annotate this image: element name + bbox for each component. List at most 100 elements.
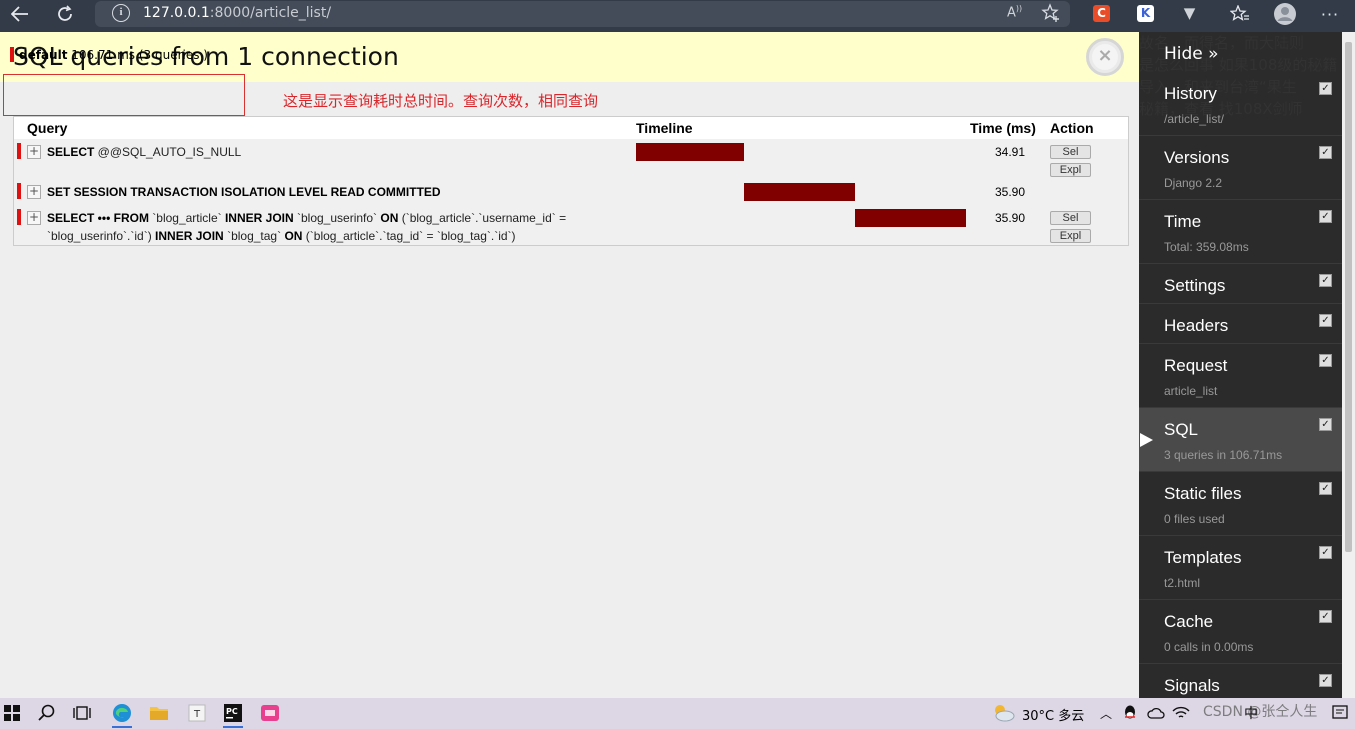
query-color-mark	[17, 209, 21, 225]
address-url[interactable]: 127.0.0.1:8000/article_list/	[143, 5, 331, 21]
toolbar-item-request[interactable]: Request article_list ✓	[1139, 344, 1342, 408]
toolbar-item-title: Headers	[1164, 316, 1229, 335]
watermark-text: CSDN @张仝人生	[1203, 704, 1318, 720]
extension-c-icon[interactable]: C	[1093, 5, 1110, 22]
weather-text[interactable]: 30°C 多云	[1022, 705, 1084, 724]
query-time: 35.90	[994, 185, 1025, 199]
connection-summary: default 106.71 ms (3 queries )	[10, 47, 208, 62]
toolbar-item-checkbox[interactable]: ✓	[1319, 146, 1332, 159]
expand-toggle-icon[interactable]: +	[27, 145, 41, 159]
toolbar-item-subtitle: Total: 359.08ms	[1164, 240, 1249, 254]
toolbar-item-title: Templates	[1164, 548, 1242, 567]
select-button[interactable]: Sel	[1050, 211, 1091, 225]
sql-keyword: INNER JOIN	[224, 211, 294, 225]
explain-button[interactable]: Expl	[1050, 229, 1091, 243]
timeline-bar	[636, 143, 744, 161]
toolbar-item-settings[interactable]: Settings ✓	[1139, 264, 1342, 304]
timeline-bar	[854, 209, 966, 227]
profile-icon[interactable]	[1272, 0, 1298, 28]
query-time: 35.90	[994, 211, 1025, 225]
windows-start-icon[interactable]	[3, 702, 21, 724]
qq-icon[interactable]	[1121, 702, 1139, 724]
back-arrow-icon[interactable]	[8, 0, 32, 28]
cloud-icon[interactable]	[1146, 702, 1166, 724]
connection-color-swatch	[10, 47, 14, 62]
close-button[interactable]: ×	[1086, 38, 1124, 76]
toolbar-item-checkbox[interactable]: ✓	[1319, 314, 1332, 327]
more-icon[interactable]: ···	[1318, 0, 1342, 28]
toolbar-item-subtitle: 0 files used	[1164, 512, 1225, 526]
hide-toolbar-link[interactable]: Hide »	[1164, 44, 1219, 64]
task-view-icon[interactable]	[72, 702, 92, 724]
connection-alias: default	[19, 48, 68, 62]
pycharm-icon[interactable]: PC	[221, 702, 245, 728]
sql-text: `blog_article`	[148, 211, 225, 225]
active-arrow-icon	[1140, 433, 1153, 447]
toolbar-item-title: SQL	[1164, 420, 1199, 439]
toolbar-item-checkbox[interactable]: ✓	[1319, 82, 1332, 95]
toolbar-item-time[interactable]: Time Total: 359.08ms ✓	[1139, 200, 1342, 264]
typora-icon[interactable]: T	[185, 702, 209, 724]
toolbar-item-templates[interactable]: Templates t2.html ✓	[1139, 536, 1342, 600]
sql-text: `blog_userinfo`	[293, 211, 381, 225]
info-icon[interactable]: i	[112, 4, 130, 22]
scrollbar[interactable]	[1342, 32, 1355, 698]
toolbar-item-checkbox[interactable]: ✓	[1319, 610, 1332, 623]
toolbar-item-checkbox[interactable]: ✓	[1319, 546, 1332, 559]
app-pink-icon[interactable]	[258, 702, 282, 724]
wifi-icon[interactable]	[1172, 702, 1190, 724]
toolbar-item-title: Request	[1164, 356, 1228, 375]
toolbar-item-title: Static files	[1164, 484, 1242, 503]
connection-stats: 106.71 ms (3 queries )	[71, 48, 208, 62]
toolbar-item-subtitle: article_list	[1164, 384, 1218, 398]
read-aloud-icon[interactable]: A))	[1007, 4, 1022, 20]
toolbar-item-static-files[interactable]: Static files 0 files used ✓	[1139, 472, 1342, 536]
table-header: Query Timeline Time (ms) Action	[14, 117, 1128, 139]
add-favorite-icon[interactable]	[1041, 3, 1061, 27]
toolbar-item-sql[interactable]: SQL 3 queries in 106.71ms ✓	[1139, 408, 1342, 472]
sql-text: @@SQL_AUTO_IS_NULL	[94, 145, 242, 159]
debug-toolbar: 故名，而得名，而大陆则 是怎么回事 如果108级的秘籍 导入，和来到台湾“果生 秘籍，…	[1139, 32, 1342, 698]
address-bar[interactable]: i 127.0.0.1:8000/article_list/ A))	[95, 1, 1070, 27]
expand-toggle-icon[interactable]: +	[27, 211, 41, 225]
sql-keyword: SELECT ••• FROM	[47, 211, 149, 225]
toolbar-item-checkbox[interactable]: ✓	[1319, 210, 1332, 223]
toolbar-item-checkbox[interactable]: ✓	[1319, 482, 1332, 495]
toolbar-item-checkbox[interactable]: ✓	[1319, 674, 1332, 687]
toolbar-item-checkbox[interactable]: ✓	[1319, 354, 1332, 367]
favorites-icon[interactable]	[1228, 0, 1252, 28]
file-explorer-icon[interactable]	[147, 702, 171, 724]
toolbar-item-versions[interactable]: Versions Django 2.2 ✓	[1139, 136, 1342, 200]
toolbar-item-subtitle: 0 calls in 0.00ms	[1164, 640, 1254, 654]
toolbar-item-title: Settings	[1164, 276, 1226, 295]
toolbar-item-checkbox[interactable]: ✓	[1319, 418, 1332, 431]
edge-browser-icon[interactable]	[110, 702, 134, 728]
chevron-up-icon[interactable]: ︿	[1098, 702, 1114, 724]
toolbar-item-history[interactable]: History/article_list/ ✓	[1139, 72, 1342, 136]
ime-indicator[interactable]: 中	[1244, 703, 1258, 723]
expand-toggle-icon[interactable]: +	[27, 185, 41, 199]
notification-icon[interactable]	[1330, 702, 1350, 724]
toolbar-item-headers[interactable]: Headers ✓	[1139, 304, 1342, 344]
timeline-bar	[743, 183, 855, 201]
weather-icon[interactable]	[990, 702, 1016, 728]
extension-k-icon[interactable]: K	[1137, 5, 1154, 22]
column-header-query: Query	[27, 120, 68, 136]
close-icon: ×	[1092, 44, 1118, 70]
explain-button[interactable]: Expl	[1050, 163, 1091, 177]
toolbar-item-signals[interactable]: Signals ✓	[1139, 664, 1342, 698]
refresh-icon[interactable]	[53, 0, 77, 28]
toolbar-item-subtitle: Django 2.2	[1164, 176, 1223, 190]
browser-chrome: i 127.0.0.1:8000/article_list/ A)) C K ▼…	[0, 0, 1355, 32]
sql-keyword: SET SESSION TRANSACTION ISOLATION LEVEL …	[47, 185, 441, 199]
scrollbar-thumb[interactable]	[1345, 42, 1352, 552]
select-button[interactable]: Sel	[1050, 145, 1091, 159]
search-icon[interactable]	[37, 702, 57, 724]
extension-v-icon[interactable]: ▼	[1181, 5, 1198, 22]
taskbar: T PC 30°C 多云 ︿ CSDN @张仝人生 中	[0, 698, 1355, 729]
connection-highlight-box	[3, 74, 245, 116]
sql-keyword: ON	[284, 229, 303, 243]
query-sql: SELECT @@SQL_AUTO_IS_NULL	[47, 143, 627, 161]
toolbar-item-checkbox[interactable]: ✓	[1319, 274, 1332, 287]
toolbar-item-cache[interactable]: Cache 0 calls in 0.00ms ✓	[1139, 600, 1342, 664]
